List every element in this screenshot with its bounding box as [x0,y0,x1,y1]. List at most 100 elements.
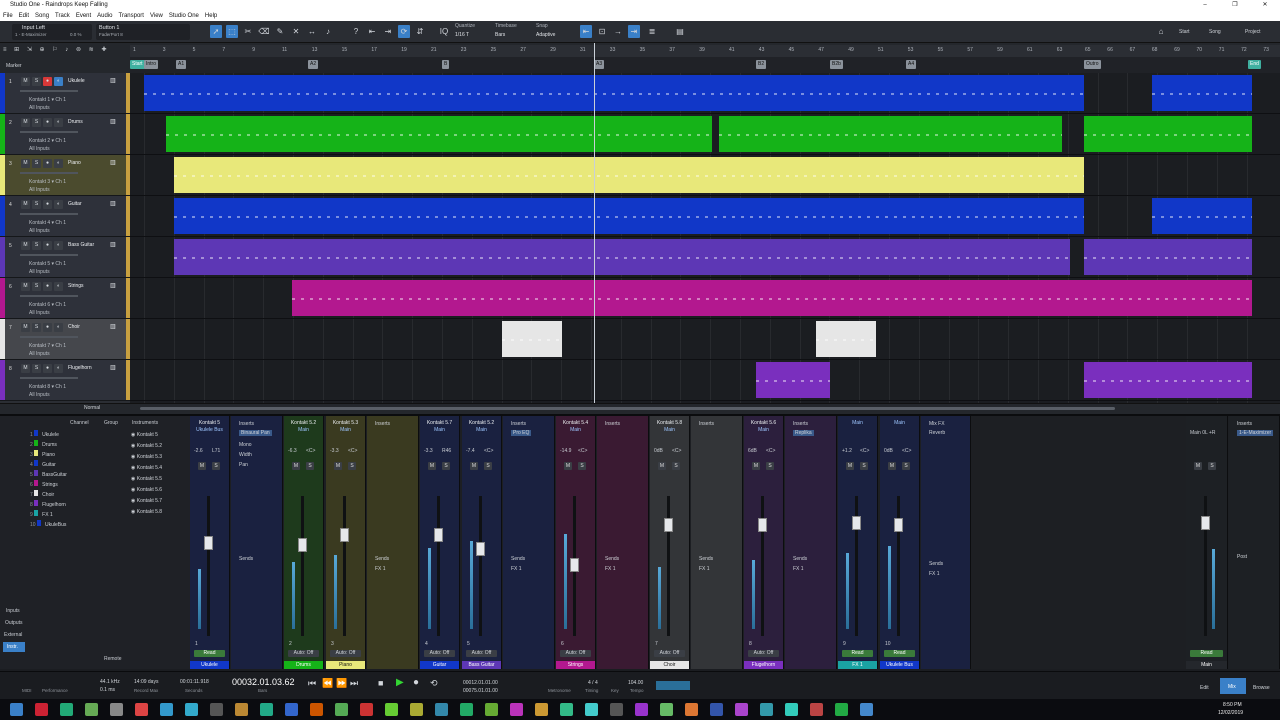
taskbar-app-icon[interactable] [660,703,673,716]
monitor-button[interactable]: ◐ [54,364,63,373]
track-name[interactable]: Ukulele [68,78,85,84]
solo-button[interactable]: S [32,323,41,332]
volume-slider[interactable] [20,131,78,133]
taskbar-app-icon[interactable] [260,703,273,716]
mute-button[interactable]: M [21,364,30,373]
snap-value[interactable]: Adaptive [536,32,555,38]
track-lane[interactable] [130,319,1280,360]
menu-file[interactable]: File [3,11,13,21]
volume-slider[interactable] [20,213,78,215]
track-header[interactable]: 3 M S ● ◐ Piano ▥ Kontakt 3 ▾ Ch 1 All Inputs [0,155,130,196]
solo-button[interactable]: S [860,462,868,470]
instrument-item[interactable]: ◉ Kontakt 5.8 [131,509,162,515]
monitor-button[interactable]: ◐ [54,200,63,209]
mute-button[interactable]: M [334,462,342,470]
strip-instrument[interactable]: Kontakt 5.6 [747,420,780,427]
fader-cap[interactable] [664,518,673,532]
scroll-thumb[interactable] [140,407,1115,410]
midi-event[interactable] [1152,75,1252,111]
channel-list-item[interactable]: 4 Guitar [30,460,56,468]
mute-button[interactable]: M [658,462,666,470]
strip-output[interactable]: Main [653,427,686,434]
mix-tab[interactable]: Mix [1228,684,1236,690]
layers-icon[interactable]: ≣ [646,25,658,38]
solo-button[interactable]: S [442,462,450,470]
instrument-item[interactable]: ◉ Kontakt 5.5 [131,476,162,482]
loop-icon[interactable]: ⟲ [430,678,438,689]
track-name[interactable]: Guitar [68,201,82,207]
taskbar-app-icon[interactable] [210,703,223,716]
taskbar-app-icon[interactable] [435,703,448,716]
strip-output[interactable]: Main [883,420,916,427]
track-input[interactable]: All Inputs [29,310,50,316]
track-header[interactable]: 6 M S ● ◐ Strings ▥ Kontakt 6 ▾ Ch 1 All Inputs [0,278,130,319]
solo-button[interactable]: S [32,200,41,209]
automation-mode[interactable]: Read [884,650,915,657]
midi-event[interactable] [1084,116,1252,152]
width-knob[interactable]: Width [239,452,252,458]
taskbar-app-icon[interactable] [810,703,823,716]
instrument-item[interactable]: ◉ Kontakt 5.2 [131,443,162,449]
mute-button[interactable]: M [846,462,854,470]
taskbar-app-icon[interactable] [835,703,848,716]
arrow-tool-icon[interactable]: ➚ [210,25,222,38]
paint-tool-icon[interactable]: ✎ [274,25,286,38]
mixer-strip[interactable]: Kontakt 5.4 Main -14.9 <C> M S 6 Auto: Off Strin… [556,416,596,669]
mixer-strip[interactable]: Kontakt 5.3 Main -3.3 <C> M S 3 Auto: Off Piano [326,416,366,669]
record-icon[interactable]: ● [413,677,419,688]
nudge-right-icon[interactable]: ⇥ [382,25,394,38]
taskbar-app-icon[interactable] [585,703,598,716]
taskbar-app-icon[interactable] [510,703,523,716]
track-instrument[interactable]: Kontakt 1 ▾ Ch 1 [29,97,66,103]
fader-cap[interactable] [298,538,307,552]
solo-button[interactable]: S [1208,462,1216,470]
track-header[interactable]: 2 M S ● ◐ Drums ▥ Kontakt 2 ▾ Ch 1 All Inputs [0,114,130,155]
solo-button[interactable]: S [32,241,41,250]
fader-cap[interactable] [476,542,485,556]
track-input[interactable]: All Inputs [29,105,50,111]
marker-intro[interactable]: Intro [144,60,159,69]
volume-slider[interactable] [20,377,78,379]
track-name[interactable]: Choir [68,324,80,330]
mixer-strip[interactable]: Kontakt 5.2 Main -7.4 <C> M S 5 Auto: Off Bass G… [462,416,502,669]
pan-knob[interactable]: Pan [239,462,248,468]
edit-tab[interactable]: Edit [1200,685,1209,691]
track-lane[interactable] [130,360,1280,401]
strip-instrument[interactable]: Kontakt 5.3 [329,420,362,427]
taskbar-app-icon[interactable] [235,703,248,716]
taskbar-app-icon[interactable] [285,703,298,716]
taskbar-app-icon[interactable] [85,703,98,716]
input-monitor[interactable]: Input Left 1 - E-Maximizer 0.0 % [12,24,92,40]
timebase-value[interactable]: Bars [495,32,505,38]
fader-cap[interactable] [570,558,579,572]
playhead[interactable] [594,43,595,403]
taskbar-app-icon[interactable] [35,703,48,716]
marker-b2[interactable]: B2 [756,60,767,69]
solo-button[interactable]: S [578,462,586,470]
solo-button[interactable]: S [484,462,492,470]
midi-event[interactable] [174,198,1084,234]
taskbar-app-icon[interactable] [385,703,398,716]
mute-button[interactable]: M [198,462,206,470]
marker-b2b[interactable]: B2b [830,60,843,69]
midi-event[interactable] [174,239,1070,275]
taskbar-app-icon[interactable] [410,703,423,716]
track-instrument[interactable]: Kontakt 7 ▾ Ch 1 [29,343,66,349]
taskbar-app-icon[interactable] [135,703,148,716]
mix-tab-bg[interactable]: Mix [1220,678,1246,694]
timeline-ruler[interactable]: 1 3 5 7 9 11 13 15 17 19 21 23 25 27 29 31 33 35 37 39 41 43 4… [130,45,1280,57]
fader-cap[interactable] [340,528,349,542]
mute-button[interactable]: M [752,462,760,470]
mixer-strip[interactable]: Main +1.2 <C> M S 9 Read FX 1 [838,416,878,669]
taskbar-app-icon[interactable] [185,703,198,716]
listen-tool-icon[interactable]: ♪ [322,25,334,38]
taskbar-app-icon[interactable] [110,703,123,716]
horizontal-scrollbar[interactable]: Normal [0,403,1280,414]
mute-button[interactable]: M [21,200,30,209]
record-arm-button[interactable]: ● [43,159,52,168]
solo-button[interactable]: S [32,159,41,168]
quantize-value[interactable]: 1/16 T [455,32,469,38]
taskbar-app-icon[interactable] [735,703,748,716]
menu-edit[interactable]: Edit [19,11,29,21]
mono-toggle[interactable]: Mono [239,442,252,448]
